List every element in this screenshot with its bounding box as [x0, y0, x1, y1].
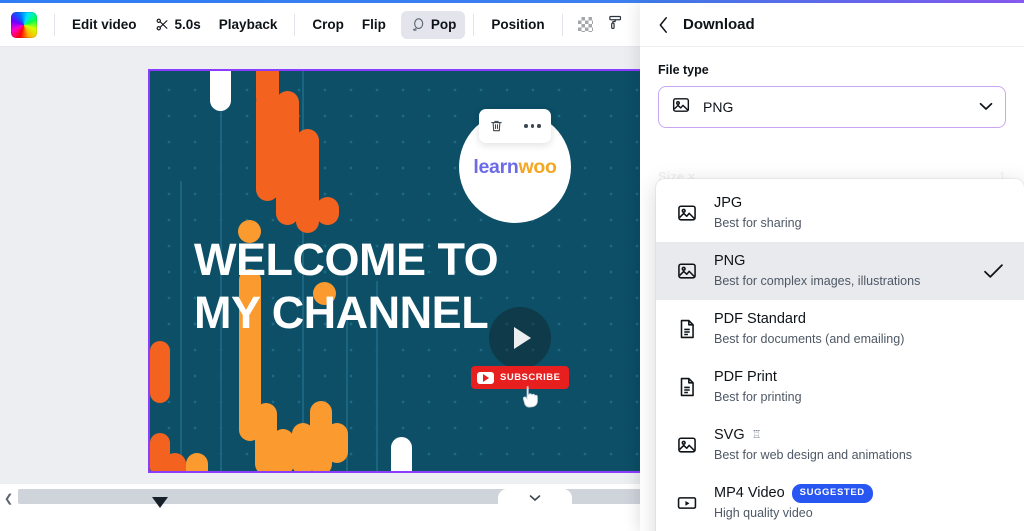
option-title: JPG — [714, 194, 743, 211]
download-panel-body: File type PNG Size × 1 JPG Best for shar… — [640, 47, 1024, 531]
playback-label: Playback — [218, 17, 278, 32]
timeline-expand-tab[interactable] — [498, 489, 572, 507]
panel-title: Download — [683, 16, 755, 33]
option-subtitle: Best for sharing — [714, 215, 802, 230]
option-title: PDF Standard — [714, 310, 806, 327]
toolbar-divider — [54, 13, 55, 36]
image-icon — [674, 434, 700, 456]
decor-pill — [326, 423, 348, 463]
document-icon — [674, 318, 700, 340]
position-label: Position — [491, 17, 545, 32]
option-title: MP4 Video — [714, 484, 785, 501]
edit-video-button[interactable]: Edit video — [63, 11, 146, 38]
pop-label: Pop — [430, 17, 457, 32]
decor-pill — [150, 341, 170, 403]
download-panel-header: Download — [640, 3, 1024, 47]
chevron-left-icon[interactable] — [658, 16, 669, 34]
design-canvas[interactable]: learnwoo WELCOME TO MY CHANNEL SUBSCRIBE — [148, 69, 660, 473]
file-type-option-png[interactable]: PNG Best for complex images, illustratio… — [656, 242, 1024, 300]
file-type-option-jpg[interactable]: JPG Best for sharing — [656, 184, 1024, 242]
play-triangle-icon — [514, 327, 531, 349]
edit-video-label: Edit video — [72, 17, 137, 32]
image-icon — [674, 202, 700, 224]
decor-pill — [391, 437, 412, 471]
canvas-workspace: learnwoo WELCOME TO MY CHANNEL SUBSCRIBE — [0, 47, 660, 484]
color-swatch[interactable] — [11, 11, 37, 38]
timeline-collapse-arrow-icon[interactable]: ❮ — [4, 492, 13, 505]
pop-shadow-icon — [410, 17, 426, 33]
editor-toolbar: Edit video 5.0s Playback Crop Flip Pop P… — [0, 3, 660, 47]
file-type-option-pdf-print[interactable]: PDF Print Best for printing — [656, 358, 1024, 416]
transparency-icon — [578, 17, 594, 32]
document-icon — [674, 376, 700, 398]
option-subtitle: Best for documents (and emailing) — [714, 331, 905, 346]
video-icon — [674, 492, 700, 514]
timeline-strip — [0, 509, 660, 531]
headline-line-1: WELCOME TO — [194, 234, 499, 285]
play-button-overlay[interactable] — [489, 307, 551, 369]
decor-pill — [164, 453, 186, 471]
duration-label: 5.0s — [174, 17, 201, 32]
more-options-icon[interactable] — [524, 124, 541, 128]
decor-pill — [316, 197, 339, 225]
flip-button[interactable]: Flip — [353, 11, 395, 38]
trash-icon[interactable] — [489, 118, 504, 134]
crop-label: Crop — [312, 17, 344, 32]
paint-roller-button[interactable] — [601, 10, 631, 40]
pop-button[interactable]: Pop — [400, 10, 466, 39]
toolbar-divider-3 — [473, 13, 475, 36]
option-title: PNG — [714, 252, 746, 269]
duration-button[interactable]: 5.0s — [146, 11, 210, 38]
element-context-toolbar — [479, 109, 551, 143]
logo-text: learnwoo — [473, 155, 557, 179]
file-type-option-mp4-video[interactable]: MP4 Video SUGGESTED High quality video — [656, 474, 1024, 531]
canva-editor-window: Edit video 5.0s Playback Crop Flip Pop P… — [0, 0, 1024, 531]
check-icon — [983, 263, 1008, 279]
suggested-badge: SUGGESTED — [791, 484, 873, 504]
download-panel: Download File type PNG Size × 1 JPG Best… — [640, 3, 1024, 531]
decor-pill — [210, 71, 231, 111]
option-subtitle: Best for printing — [714, 389, 802, 404]
image-icon — [671, 95, 691, 120]
toolbar-divider-4 — [561, 13, 563, 36]
file-type-dropdown: JPG Best for sharing PNG Best for comple… — [656, 179, 1024, 531]
decor-pill — [272, 429, 294, 471]
file-type-option-svg[interactable]: SVG ♖ Best for web design and animations — [656, 416, 1024, 474]
decor-pill — [296, 129, 319, 233]
crown-icon: ♖ — [751, 429, 762, 442]
file-type-select[interactable]: PNG — [658, 86, 1006, 128]
paint-roller-icon — [607, 14, 624, 36]
option-subtitle: Best for complex images, illustrations — [714, 273, 921, 288]
logo-learn: learn — [473, 155, 519, 178]
option-subtitle: High quality video — [714, 505, 813, 520]
decor-line — [180, 181, 182, 471]
image-icon — [674, 260, 700, 282]
headline-line-2: MY CHANNEL — [194, 287, 489, 339]
toolbar-divider-2 — [294, 13, 296, 36]
flip-label: Flip — [361, 17, 386, 32]
logo-woo: woo — [518, 155, 557, 178]
timeline-playhead[interactable] — [152, 497, 168, 508]
option-subtitle: Best for web design and animations — [714, 447, 913, 462]
scissors-icon — [155, 17, 170, 32]
file-type-option-pdf-standard[interactable]: PDF Standard Best for documents (and ema… — [656, 300, 1024, 358]
playback-button[interactable]: Playback — [210, 11, 287, 38]
file-type-value: PNG — [703, 99, 734, 115]
transparency-button[interactable] — [571, 10, 601, 40]
option-title: PDF Print — [714, 368, 777, 385]
headline-text[interactable]: WELCOME TO MY CHANNEL — [194, 233, 658, 339]
subscribe-label: SUBSCRIBE — [500, 372, 561, 383]
crop-button[interactable]: Crop — [303, 11, 353, 38]
decor-pill — [186, 453, 208, 471]
chevron-down-icon[interactable] — [979, 98, 993, 116]
youtube-icon — [477, 371, 494, 384]
cursor-hand-icon — [521, 384, 541, 410]
file-type-label: File type — [658, 63, 709, 77]
chevron-down-icon — [529, 495, 541, 502]
position-button[interactable]: Position — [482, 11, 553, 38]
option-title: SVG — [714, 426, 745, 443]
